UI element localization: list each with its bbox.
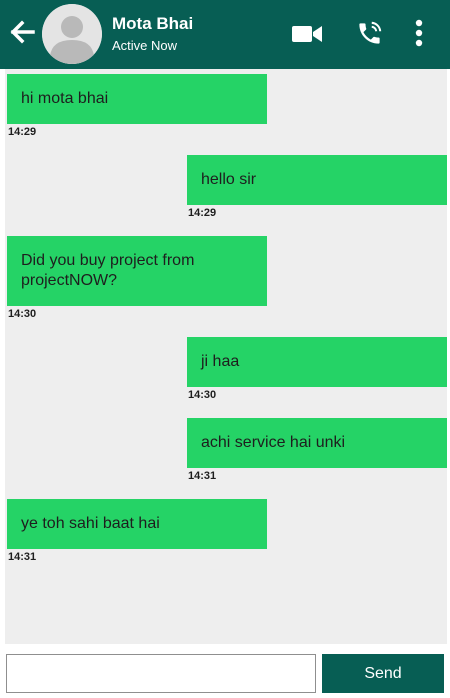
message-time: 14:29 — [188, 207, 217, 219]
message-time: 14:30 — [188, 389, 217, 401]
more-vertical-icon[interactable] — [413, 19, 425, 47]
contact-name: Mota Bhai — [112, 14, 194, 33]
message-received: hi mota bhai 14:29 — [7, 74, 267, 138]
message-sent: ji haa 14:30 — [187, 337, 447, 401]
message-received: Did you buy project from projectNOW? 14:… — [7, 236, 267, 320]
message-bubble: hi mota bhai — [7, 74, 267, 124]
chat-header: Mota Bhai Active Now — [0, 0, 450, 69]
message-time: 14:31 — [188, 470, 217, 482]
send-button[interactable]: Send — [322, 654, 444, 693]
message-received: ye toh sahi baat hai 14:31 — [7, 499, 267, 563]
message-list[interactable]: hi mota bhai 14:29 hello sir 14:29 Did y… — [5, 69, 447, 644]
message-bubble: ye toh sahi baat hai — [7, 499, 267, 549]
message-time: 14:29 — [8, 126, 37, 138]
message-input[interactable] — [6, 654, 316, 693]
arrow-left-icon[interactable] — [9, 19, 35, 45]
phone-icon[interactable] — [356, 20, 383, 47]
message-time: 14:30 — [8, 308, 37, 320]
message-time: 14:31 — [8, 551, 37, 563]
video-camera-icon[interactable] — [291, 23, 323, 45]
message-bubble: Did you buy project from projectNOW? — [7, 236, 267, 306]
message-bubble: ji haa — [187, 337, 447, 387]
contact-status: Active Now — [112, 38, 178, 53]
message-sent: achi service hai unki 14:31 — [187, 418, 447, 482]
message-bubble: hello sir — [187, 155, 447, 205]
message-bubble: achi service hai unki — [187, 418, 447, 468]
message-sent: hello sir 14:29 — [187, 155, 447, 219]
user-avatar-icon — [42, 4, 102, 64]
avatar[interactable] — [42, 4, 102, 64]
